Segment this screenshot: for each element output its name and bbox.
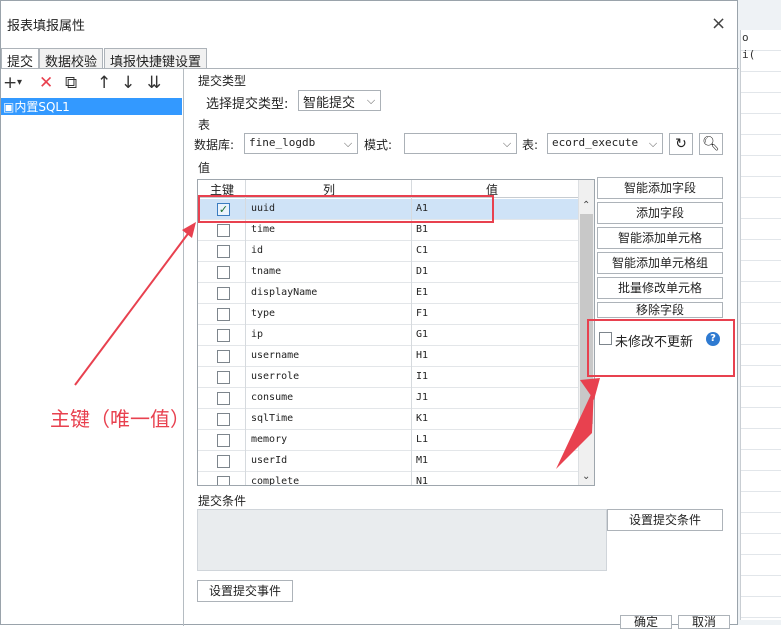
big-arrow-icon <box>556 388 594 469</box>
annotation-arrows <box>74 222 600 469</box>
annotation-arrowhead <box>182 222 196 238</box>
annotation-arrow-line <box>74 230 191 386</box>
